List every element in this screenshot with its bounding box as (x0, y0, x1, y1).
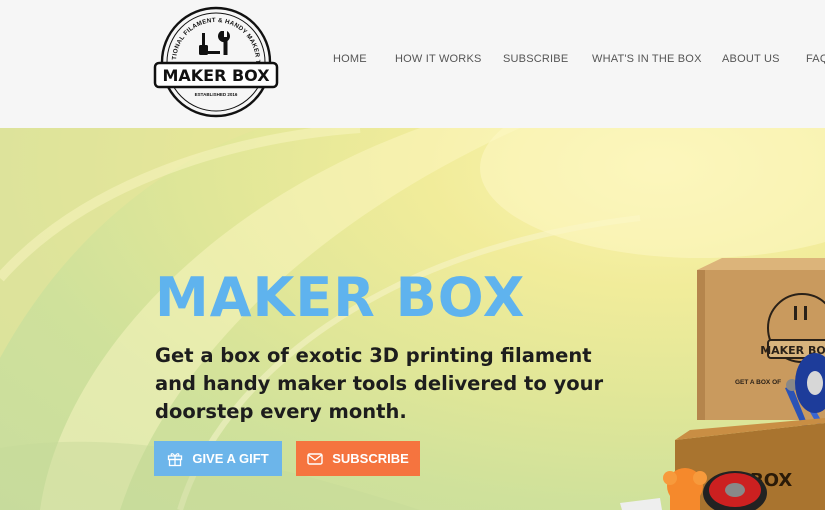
nav-how-it-works[interactable]: HOW IT WORKS (395, 53, 482, 65)
nav-subscribe[interactable]: SUBSCRIBE (503, 53, 568, 65)
logo-established: ESTABLISHED 2016 (195, 92, 238, 97)
give-a-gift-label: GIVE A GIFT (192, 451, 269, 466)
box-side-text: GET A BOX OF (735, 379, 781, 386)
envelope-icon (307, 452, 323, 465)
logo-name: MAKER BOX (162, 66, 270, 85)
site-header: EXCEPTIONAL FILAMENT & HANDY MAKER TOOLS… (0, 0, 825, 128)
gift-icon (168, 452, 183, 466)
nav-home[interactable]: HOME (333, 53, 367, 65)
subscribe-label: SUBSCRIBE (332, 451, 409, 466)
subscribe-button[interactable]: SUBSCRIBE (296, 441, 420, 476)
nav-about-us[interactable]: ABOUT US (722, 53, 780, 65)
nav-faq[interactable]: FAQ (806, 53, 825, 65)
maker-box-product-image: MAKER BOX GET A BOX OF BOX (620, 258, 825, 510)
nav-whats-in-the-box[interactable]: WHAT'S IN THE BOX (592, 53, 702, 65)
hero-banner: MAKER BOX Get a box of exotic 3D printin… (0, 128, 825, 510)
tools-icon (199, 31, 230, 55)
hero-title: MAKER BOX (155, 266, 526, 329)
main-nav: HOME HOW IT WORKS SUBSCRIBE WHAT'S IN TH… (0, 53, 825, 67)
hero-subtitle: Get a box of exotic 3D printing filament… (155, 344, 604, 423)
give-a-gift-button[interactable]: GIVE A GIFT (154, 441, 282, 476)
